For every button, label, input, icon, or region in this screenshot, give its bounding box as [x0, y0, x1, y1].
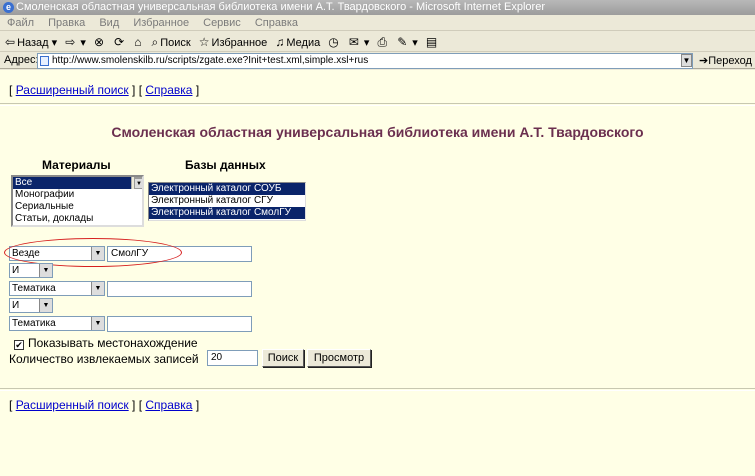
mail-icon: ✉: [348, 35, 359, 49]
database-option[interactable]: Электронный каталог СОУБ: [149, 183, 305, 195]
window-title-bar: e Смоленская областная универсальная биб…: [0, 0, 755, 15]
history-button[interactable]: ◷: [328, 32, 340, 53]
discuss-button[interactable]: ▤: [426, 32, 439, 53]
menu-edit[interactable]: Правка: [48, 17, 85, 29]
refresh-button[interactable]: ⟳: [114, 32, 126, 53]
media-button[interactable]: ♫ Медиа: [275, 32, 320, 53]
search-term-input-3[interactable]: [107, 316, 252, 332]
chevron-down-icon: ▼: [91, 282, 104, 295]
record-count-label: Количество извлекаемых записей: [9, 352, 199, 366]
menu-bar: Файл Правка Вид Избранное Сервис Справка: [0, 15, 755, 31]
internet-explorer-icon: e: [3, 2, 14, 13]
top-divider: [0, 103, 755, 106]
address-input[interactable]: http://www.smolenskilb.ru/scripts/zgate.…: [37, 53, 693, 69]
materials-listbox[interactable]: Все Монографии Сериальные Статьи, доклад…: [11, 175, 144, 227]
edit-button[interactable]: ✎ ▾: [397, 32, 418, 53]
search-field-select-2[interactable]: Тематика ▼: [9, 281, 105, 296]
show-location-label: Показывать местонахождение: [28, 336, 198, 350]
help-link[interactable]: Справка: [145, 398, 192, 412]
materials-scrollbar[interactable]: ▲ ▼: [131, 177, 142, 189]
menu-help[interactable]: Справка: [255, 17, 298, 29]
menu-favorites[interactable]: Избранное: [133, 17, 189, 29]
advanced-search-link[interactable]: Расширенный поиск: [16, 83, 129, 97]
checkbox-checked-icon[interactable]: ✔: [14, 340, 24, 350]
scroll-down-icon[interactable]: ▼: [134, 178, 142, 189]
address-url: http://www.smolenskilb.ru/scripts/zgate.…: [52, 55, 369, 66]
forward-button[interactable]: ⇨ ▾: [65, 32, 86, 53]
materials-option[interactable]: Сериальные: [13, 201, 142, 213]
database-option[interactable]: Электронный каталог СГУ: [149, 195, 305, 207]
go-button[interactable]: ➔Переход: [699, 54, 752, 67]
operator-select-2[interactable]: И ▼: [9, 298, 53, 313]
stop-icon: ⊗: [93, 35, 104, 49]
database-option[interactable]: Электронный каталог СмолГУ: [149, 207, 305, 219]
home-button[interactable]: ⌂: [134, 32, 143, 53]
chevron-down-icon: ▼: [39, 264, 52, 277]
menu-tools[interactable]: Сервис: [203, 17, 241, 29]
mail-button[interactable]: ✉ ▾: [349, 32, 370, 53]
operator-select-1[interactable]: И ▼: [9, 263, 53, 278]
chevron-down-icon: ▼: [91, 317, 104, 330]
go-arrow-icon: ➔: [699, 55, 709, 67]
bottom-links: [ Расширенный поиск ] [ Справка ]: [9, 398, 200, 412]
address-dropdown-icon[interactable]: ▼: [681, 54, 692, 67]
search-icon: ⌕: [151, 35, 159, 49]
search-field-select-3[interactable]: Тематика ▼: [9, 316, 105, 331]
favorites-icon: ☆: [198, 35, 210, 49]
help-link[interactable]: Справка: [145, 83, 192, 97]
databases-label: Базы данных: [185, 158, 266, 172]
search-button[interactable]: ⌕ Поиск: [152, 32, 191, 53]
history-icon: ◷: [328, 35, 339, 49]
chevron-down-icon: ▼: [39, 299, 52, 312]
refresh-icon: ⟳: [114, 35, 125, 49]
page-title: Смоленская областная универсальная библи…: [111, 124, 644, 140]
materials-option[interactable]: Статьи, доклады: [13, 213, 142, 225]
materials-option[interactable]: Монографии: [13, 189, 142, 201]
back-arrow-icon: ⇦: [5, 35, 16, 49]
print-icon: ⎙: [377, 35, 388, 49]
menu-file[interactable]: Файл: [7, 17, 34, 29]
advanced-search-link[interactable]: Расширенный поиск: [16, 398, 129, 412]
edit-icon: ✎: [397, 35, 408, 49]
materials-option[interactable]: Все: [13, 177, 142, 189]
stop-button[interactable]: ⊗: [94, 32, 106, 53]
home-icon: ⌂: [134, 35, 142, 49]
page-icon: [40, 56, 49, 66]
discuss-icon: ▤: [425, 35, 438, 49]
show-location-option[interactable]: ✔ Показывать местонахождение: [14, 336, 198, 350]
materials-label: Материалы: [42, 158, 111, 172]
search-submit-button[interactable]: Поиск: [262, 349, 304, 367]
window-title: Смоленская областная универсальная библи…: [16, 1, 545, 13]
back-button[interactable]: ⇦ Назад ▾: [5, 32, 57, 53]
page-content: [ Расширенный поиск ] [ Справка ] Смолен…: [0, 70, 755, 476]
toolbar: ⇦ Назад ▾ ⇨ ▾ ⊗ ⟳ ⌂ ⌕ Поиск ☆ Избранное ♫ Ме…: [0, 32, 755, 52]
databases-listbox[interactable]: Электронный каталог СОУБ Электронный кат…: [148, 182, 306, 221]
favorites-button[interactable]: ☆ Избранное: [199, 32, 268, 53]
top-links: [ Расширенный поиск ] [ Справка ]: [9, 83, 200, 97]
record-count-input[interactable]: 20: [207, 350, 258, 366]
forward-arrow-icon: ⇨: [65, 35, 76, 49]
search-term-input-2[interactable]: [107, 281, 252, 297]
browse-button[interactable]: Просмотр: [307, 349, 371, 367]
address-bar: Адрес: http://www.smolenskilb.ru/scripts…: [0, 53, 755, 69]
bottom-divider: [0, 388, 755, 391]
address-label: Адрес:: [4, 54, 39, 66]
print-button[interactable]: ⎙: [378, 32, 390, 53]
media-icon: ♫: [275, 35, 285, 49]
menu-view[interactable]: Вид: [99, 17, 119, 29]
